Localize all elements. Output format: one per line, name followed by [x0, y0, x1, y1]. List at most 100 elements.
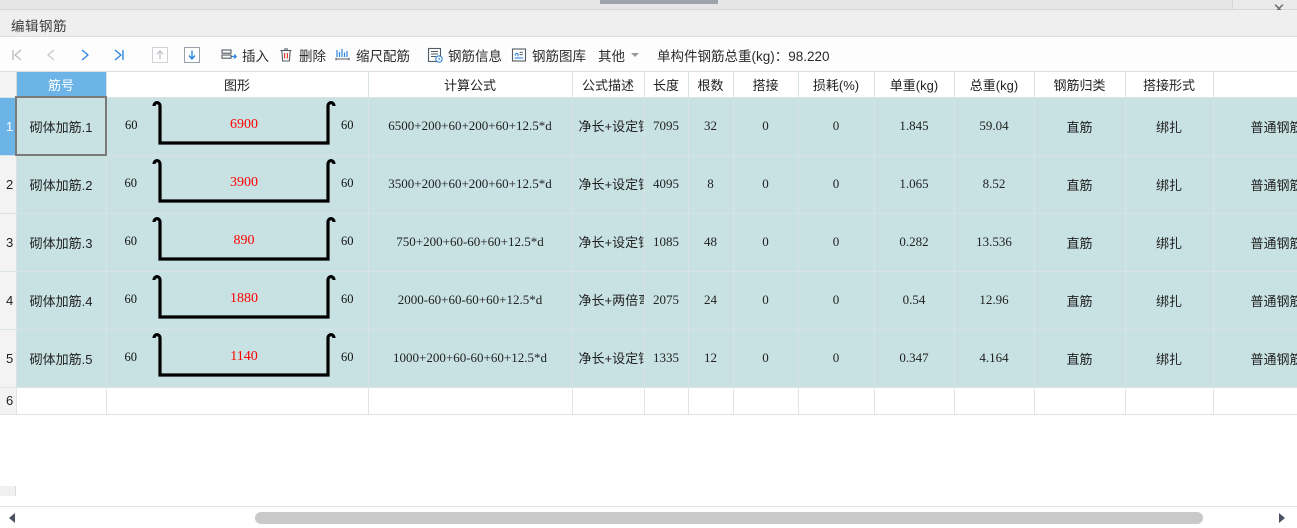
cell-rebar-type[interactable] [1213, 387, 1297, 415]
rebar-library-button[interactable]: 钢筋图库 [506, 40, 590, 70]
cell-rebar-type[interactable]: 普通钢筋 [1213, 213, 1297, 272]
column-header-count[interactable]: 根数 [688, 72, 734, 98]
table-row-empty[interactable]: 6 [0, 387, 1297, 415]
cell-lap[interactable]: 0 [733, 271, 799, 330]
cell-unit-weight[interactable]: 1.845 [874, 97, 955, 156]
previous-record-button[interactable] [34, 40, 68, 70]
cell-formula-desc[interactable]: 净长+设定锚固+… [572, 213, 645, 272]
cell-formula-desc[interactable]: 净长+设定锚固+… [572, 97, 645, 156]
cell-count[interactable]: 32 [688, 97, 734, 156]
last-record-button[interactable] [102, 40, 136, 70]
cell-category[interactable]: 直筋 [1034, 213, 1126, 272]
cell-unit-weight[interactable] [874, 387, 955, 415]
cell-formula[interactable]: 2000-60+60-60+60+12.5*d [368, 271, 573, 330]
cell-shape[interactable]: 60 3900 60 [106, 155, 369, 214]
cell-unit-weight[interactable]: 0.347 [874, 329, 955, 388]
delete-button[interactable]: 删除 [273, 40, 330, 70]
cell-formula-desc[interactable]: 净长+两倍弯钩 [572, 271, 645, 330]
cell-loss[interactable] [798, 387, 875, 415]
table-row[interactable]: 2 砌体加筋.2 60 3900 60 3500+200+60+200+60+1… [0, 155, 1297, 214]
cell-category[interactable]: 直筋 [1034, 155, 1126, 214]
cell-total-weight[interactable]: 13.536 [954, 213, 1035, 272]
cell-count[interactable] [688, 387, 734, 415]
cell-lap-type[interactable]: 绑扎 [1125, 97, 1214, 156]
cell-count[interactable]: 12 [688, 329, 734, 388]
cell-loss[interactable]: 0 [798, 271, 875, 330]
cell-formula[interactable] [368, 387, 573, 415]
cell-lap[interactable]: 0 [733, 329, 799, 388]
cell-rebar-type[interactable]: 普通钢筋 [1213, 329, 1297, 388]
other-menu-button[interactable]: 其他 [590, 40, 643, 70]
cell-loss[interactable]: 0 [798, 97, 875, 156]
column-header-rebar-no[interactable]: 筋号 [16, 72, 107, 98]
cell-loss[interactable]: 0 [798, 155, 875, 214]
column-header-shape[interactable]: 图形 [106, 72, 369, 98]
cell-lap[interactable]: 0 [733, 155, 799, 214]
row-number[interactable]: 6 [0, 387, 17, 415]
move-down-button[interactable] [176, 40, 208, 70]
cell-lap-type[interactable]: 绑扎 [1125, 155, 1214, 214]
cell-lap[interactable]: 0 [733, 97, 799, 156]
cell-total-weight[interactable]: 59.04 [954, 97, 1035, 156]
cell-formula-desc[interactable]: 净长+设定锚固+… [572, 329, 645, 388]
rebar-grid[interactable]: 筋号 图形 计算公式 公式描述 长度 根数 搭接 损耗(%) 单重(kg) 总重… [0, 72, 1297, 496]
cell-count[interactable]: 48 [688, 213, 734, 272]
cell-total-weight[interactable]: 12.96 [954, 271, 1035, 330]
cell-category[interactable] [1034, 387, 1126, 415]
scrollbar-thumb[interactable] [255, 512, 1203, 524]
column-header-total-weight[interactable]: 总重(kg) [954, 72, 1035, 98]
column-header-lap[interactable]: 搭接 [733, 72, 799, 98]
column-header-loss[interactable]: 损耗(%) [798, 72, 875, 98]
next-record-button[interactable] [68, 40, 102, 70]
cell-lap-type[interactable] [1125, 387, 1214, 415]
row-number[interactable]: 3 [0, 213, 17, 272]
row-number[interactable]: 4 [0, 271, 17, 330]
cell-lap[interactable] [733, 387, 799, 415]
cell-category[interactable]: 直筋 [1034, 97, 1126, 156]
table-row[interactable]: 1 砌体加筋.1 60 6900 60 6500+200+60+200+60+1… [0, 96, 1297, 156]
cell-count[interactable]: 8 [688, 155, 734, 214]
move-up-button[interactable] [144, 40, 176, 70]
column-header-formula-desc[interactable]: 公式描述 [572, 72, 645, 98]
cell-lap-type[interactable]: 绑扎 [1125, 213, 1214, 272]
cell-loss[interactable]: 0 [798, 213, 875, 272]
cell-count[interactable]: 24 [688, 271, 734, 330]
cell-lap-type[interactable]: 绑扎 [1125, 329, 1214, 388]
cell-formula[interactable]: 750+200+60-60+60+12.5*d [368, 213, 573, 272]
cell-formula-desc[interactable]: 净长+设定锚固+… [572, 155, 645, 214]
cell-lap-type[interactable]: 绑扎 [1125, 271, 1214, 330]
cell-rebar-no[interactable]: 砌体加筋.1 [15, 96, 107, 156]
cell-shape[interactable]: 60 1140 60 [106, 329, 369, 388]
cell-length[interactable]: 4095 [644, 155, 689, 214]
cell-formula[interactable]: 1000+200+60-60+60+12.5*d [368, 329, 573, 388]
cell-category[interactable]: 直筋 [1034, 329, 1126, 388]
scale-rebar-button[interactable]: 缩尺配筋 [330, 40, 414, 70]
row-number[interactable]: 2 [0, 155, 17, 214]
cell-rebar-no[interactable]: 砌体加筋.4 [16, 271, 107, 330]
cell-shape[interactable]: 60 1880 60 [106, 271, 369, 330]
cell-length[interactable]: 2075 [644, 271, 689, 330]
cell-total-weight[interactable] [954, 387, 1035, 415]
horizontal-scrollbar[interactable] [0, 506, 1297, 528]
scroll-right-button[interactable] [1275, 511, 1289, 525]
column-header-category[interactable]: 钢筋归类 [1034, 72, 1126, 98]
cell-total-weight[interactable]: 4.164 [954, 329, 1035, 388]
column-header-unit-weight[interactable]: 单重(kg) [874, 72, 955, 98]
column-header-formula[interactable]: 计算公式 [368, 72, 573, 98]
column-header-rebar-type[interactable] [1213, 72, 1297, 98]
table-row[interactable]: 3 砌体加筋.3 60 890 60 750+200+60-60+60+12.5… [0, 213, 1297, 272]
cell-lap[interactable]: 0 [733, 213, 799, 272]
cell-formula[interactable]: 6500+200+60+200+60+12.5*d [368, 97, 573, 156]
cell-category[interactable]: 直筋 [1034, 271, 1126, 330]
insert-button[interactable]: 插入 [216, 40, 273, 70]
scroll-left-button[interactable] [6, 511, 20, 525]
row-number[interactable]: 1 [0, 97, 17, 156]
cell-rebar-no[interactable]: 砌体加筋.5 [16, 329, 107, 388]
cell-unit-weight[interactable]: 0.282 [874, 213, 955, 272]
column-header-length[interactable]: 长度 [644, 72, 689, 98]
cell-shape[interactable]: 60 890 60 [106, 213, 369, 272]
cell-shape[interactable] [106, 387, 369, 415]
first-record-button[interactable] [0, 40, 34, 70]
rebar-info-button[interactable]: 钢筋信息 [422, 40, 506, 70]
cell-formula-desc[interactable] [572, 387, 645, 415]
